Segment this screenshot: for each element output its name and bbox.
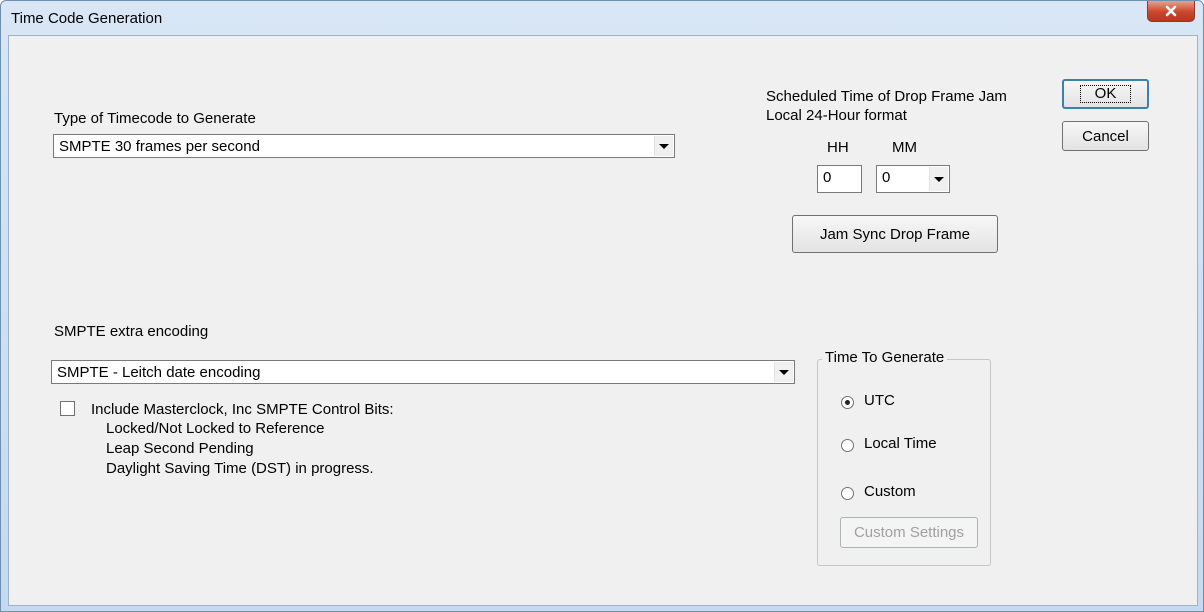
- extra-encoding-dropdown[interactable]: SMPTE - Leitch date encoding: [51, 360, 795, 384]
- chevron-down-icon[interactable]: [929, 167, 948, 191]
- mm-dropdown[interactable]: 0: [876, 165, 950, 193]
- radio-utc[interactable]: [841, 396, 854, 409]
- ok-button-label: OK: [1079, 85, 1132, 103]
- chevron-down-icon[interactable]: [654, 136, 673, 156]
- mm-label: MM: [892, 139, 917, 156]
- dialog-body: Type of Timecode to Generate SMPTE 30 fr…: [8, 35, 1198, 606]
- time-to-generate-label: Time To Generate: [822, 349, 948, 366]
- radio-local-time[interactable]: [841, 439, 854, 452]
- close-icon: [1165, 5, 1177, 17]
- control-bit-locked: Locked/Not Locked to Reference: [106, 420, 325, 437]
- radio-custom[interactable]: [841, 487, 854, 500]
- close-button[interactable]: [1147, 1, 1195, 22]
- drop-frame-subheading: Local 24-Hour format: [766, 107, 907, 124]
- ok-button[interactable]: OK: [1062, 79, 1149, 109]
- extra-encoding-label: SMPTE extra encoding: [54, 323, 209, 340]
- jam-sync-drop-frame-button[interactable]: Jam Sync Drop Frame: [792, 215, 998, 253]
- control-bits-label: Include Masterclock, Inc SMPTE Control B…: [91, 401, 394, 418]
- drop-frame-heading: Scheduled Time of Drop Frame Jam: [766, 88, 1007, 105]
- title-bar[interactable]: Time Code Generation: [1, 1, 1203, 35]
- custom-settings-button[interactable]: Custom Settings: [840, 517, 978, 548]
- cancel-button[interactable]: Cancel: [1062, 121, 1149, 151]
- control-bits-checkbox[interactable]: [60, 401, 75, 416]
- timecode-type-dropdown[interactable]: SMPTE 30 frames per second: [53, 134, 675, 158]
- radio-local-time-label: Local Time: [864, 435, 937, 452]
- hh-input[interactable]: 0: [817, 165, 862, 193]
- control-bit-leap-second: Leap Second Pending: [106, 440, 254, 457]
- control-bit-dst: Daylight Saving Time (DST) in progress.: [106, 460, 374, 477]
- hh-value: 0: [823, 169, 832, 186]
- dialog-window: Time Code Generation Type of Timecode to…: [0, 0, 1204, 612]
- chevron-down-icon[interactable]: [774, 362, 793, 382]
- window-title: Time Code Generation: [11, 10, 163, 27]
- radio-custom-label: Custom: [864, 483, 916, 500]
- timecode-type-label: Type of Timecode to Generate: [54, 110, 256, 127]
- mm-value: 0: [882, 169, 891, 186]
- hh-label: HH: [827, 139, 849, 156]
- timecode-type-value: SMPTE 30 frames per second: [59, 138, 260, 155]
- radio-utc-label: UTC: [864, 392, 895, 409]
- extra-encoding-value: SMPTE - Leitch date encoding: [57, 364, 261, 381]
